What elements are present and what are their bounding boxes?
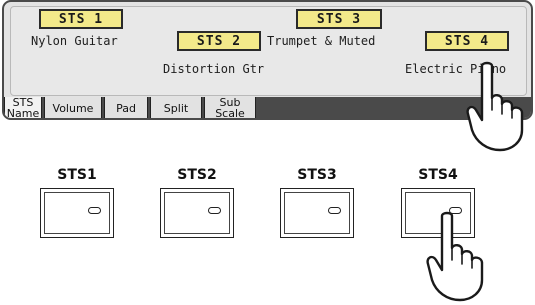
tab-bar: STS Name Volume Pad Split Sub Scale (4, 97, 531, 120)
tab-sub-scale[interactable]: Sub Scale (204, 97, 256, 120)
tab-split[interactable]: Split (150, 97, 202, 118)
tab-volume[interactable]: Volume (44, 97, 102, 118)
panel-label-sts3: STS3 (297, 167, 337, 183)
sts3-soft-button[interactable]: STS 3 (296, 9, 382, 29)
sts1-led (88, 207, 101, 214)
tab-sts-name-line2: Name (6, 107, 40, 120)
tab-sub-scale-line2: Scale (215, 107, 245, 120)
sts2-soft-button[interactable]: STS 2 (177, 31, 261, 51)
sts4-panel-button[interactable] (401, 188, 475, 238)
panel-label-sts1: STS1 (57, 167, 97, 183)
panel-label-sts2: STS2 (177, 167, 217, 183)
sts4-sound-name: Electric Piano (405, 62, 507, 76)
sts3-led (328, 207, 341, 214)
sts-display: STS 1 STS 3 Nylon Guitar STS 2 Trumpet &… (2, 0, 533, 120)
sts3-sound-name: Trumpet & Muted (267, 34, 376, 48)
tab-sts-name[interactable]: STS Name (4, 97, 42, 120)
sts2-panel-button[interactable] (160, 188, 234, 238)
sts1-panel-button[interactable] (40, 188, 114, 238)
sts2-led (208, 207, 221, 214)
tab-pad[interactable]: Pad (104, 97, 148, 118)
panel-label-sts4: STS4 (418, 167, 458, 183)
sts1-sound-name: Nylon Guitar (31, 34, 118, 48)
sts2-sound-name: Distortion Gtr (163, 62, 265, 76)
sts4-led (449, 207, 462, 214)
sts1-soft-button[interactable]: STS 1 (39, 9, 123, 29)
sts3-panel-button[interactable] (280, 188, 354, 238)
sts4-soft-button[interactable]: STS 4 (425, 31, 509, 51)
sts-slots-area: STS 1 STS 3 Nylon Guitar STS 2 Trumpet &… (10, 6, 527, 96)
